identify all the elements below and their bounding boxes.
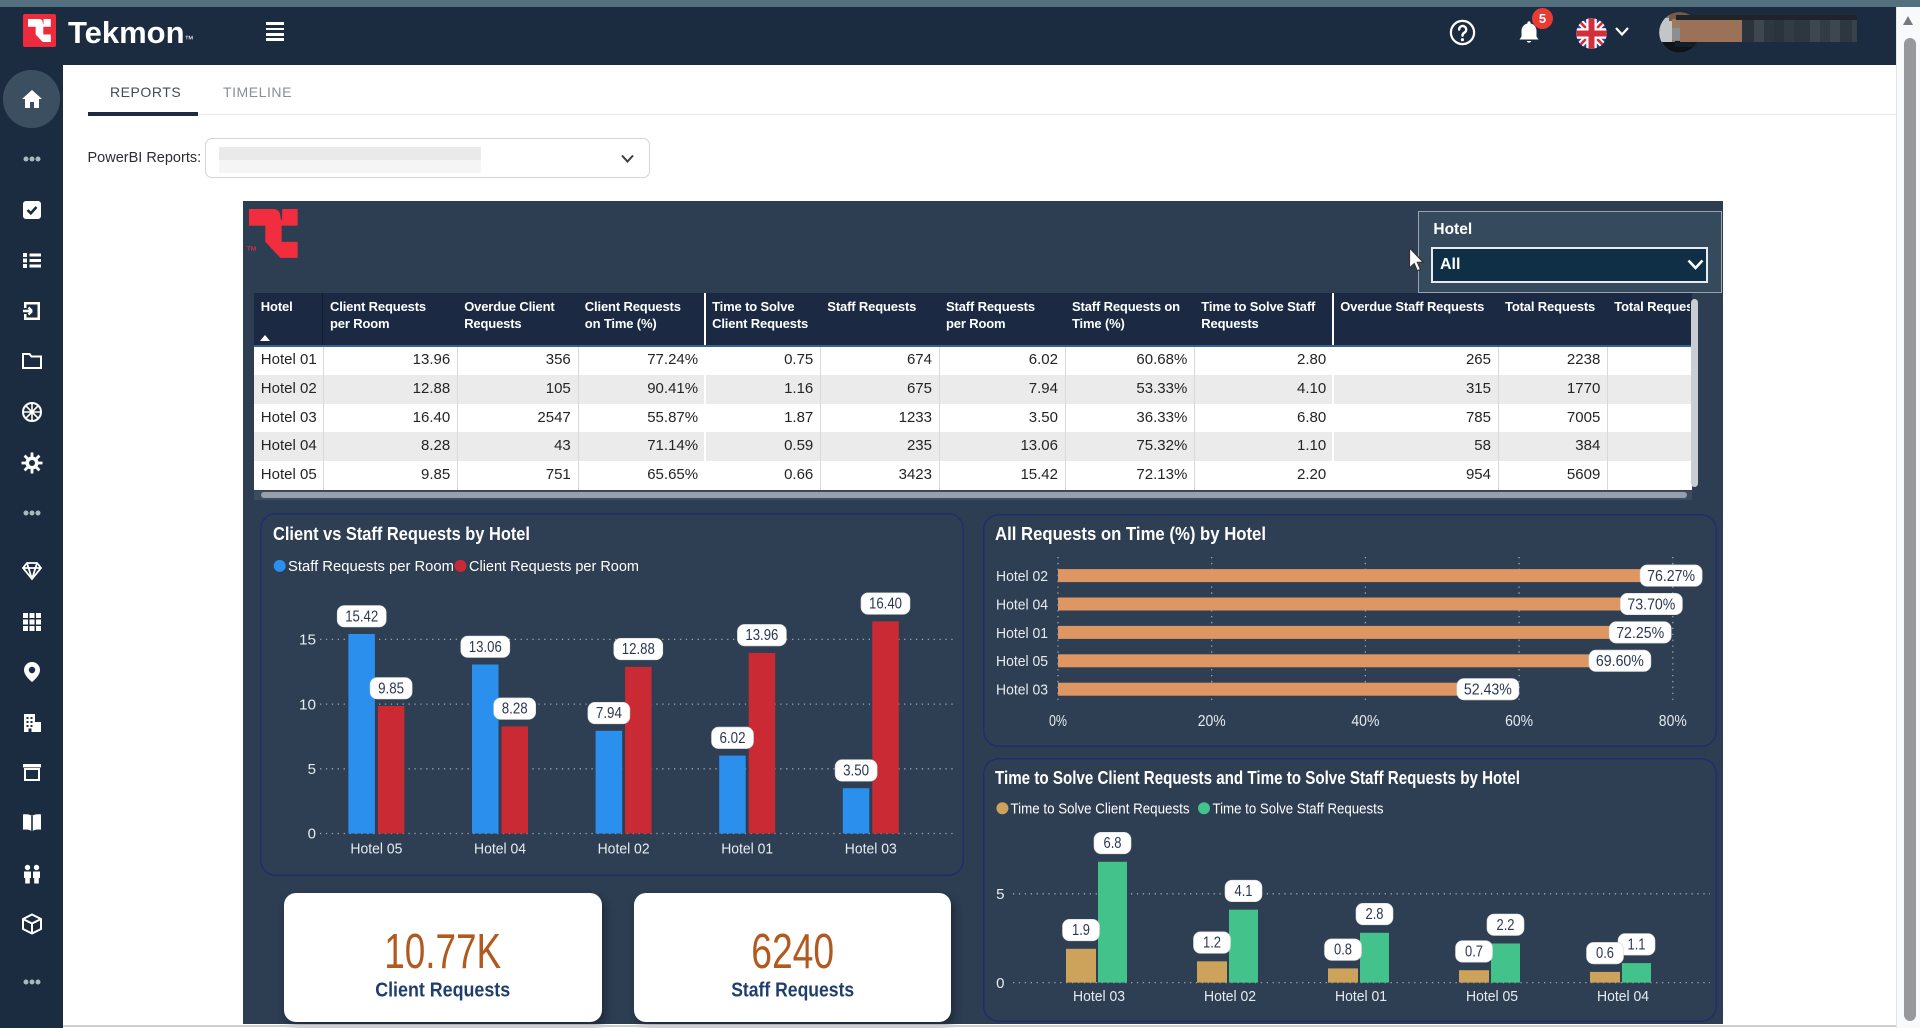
svg-text:13.06: 13.06	[469, 639, 502, 656]
svg-text:Staff Requests per Room: Staff Requests per Room	[288, 558, 454, 575]
svg-text:All Requests on Time (%) by Ho: All Requests on Time (%) by Hotel	[995, 523, 1266, 544]
svg-text:1.9: 1.9	[1072, 922, 1090, 939]
svg-text:Time to Solve Client Requests: Time to Solve Client Requests and Time t…	[995, 767, 1520, 788]
svg-text:3.50: 3.50	[843, 763, 869, 780]
svg-text:6240: 6240	[751, 925, 834, 979]
svg-text:Hotel 03: Hotel 03	[996, 682, 1048, 699]
svg-text:5: 5	[308, 761, 316, 778]
svg-text:73.70%: 73.70%	[1627, 596, 1675, 613]
svg-text:0.6: 0.6	[1596, 945, 1614, 962]
svg-text:Hotel 01: Hotel 01	[996, 625, 1048, 642]
svg-text:6.8: 6.8	[1104, 835, 1122, 852]
svg-text:40%: 40%	[1351, 713, 1379, 730]
svg-text:10.77K: 10.77K	[384, 925, 501, 979]
svg-text:Hotel 02: Hotel 02	[996, 568, 1048, 585]
svg-text:Hotel 05: Hotel 05	[1466, 988, 1518, 1005]
svg-text:Staff Requests: Staff Requests	[731, 979, 854, 1002]
svg-text:80%: 80%	[1659, 713, 1687, 730]
svg-text:0.8: 0.8	[1334, 942, 1352, 959]
svg-text:69.60%: 69.60%	[1596, 653, 1644, 670]
svg-text:1.1: 1.1	[1628, 936, 1646, 953]
svg-text:Time to Solve Client Requests: Time to Solve Client Requests	[1011, 801, 1190, 818]
svg-text:5: 5	[996, 886, 1004, 903]
svg-text:Hotel 02: Hotel 02	[598, 840, 650, 857]
svg-text:Hotel 03: Hotel 03	[845, 840, 897, 857]
svg-text:7.94: 7.94	[596, 705, 622, 722]
svg-text:Client Requests: Client Requests	[375, 979, 510, 1002]
svg-text:Hotel 02: Hotel 02	[1204, 988, 1256, 1005]
svg-text:4.1: 4.1	[1235, 883, 1253, 900]
svg-text:16.40: 16.40	[869, 596, 902, 613]
svg-text:Hotel 03: Hotel 03	[1073, 988, 1125, 1005]
svg-text:Hotel 01: Hotel 01	[721, 840, 773, 857]
svg-text:72.25%: 72.25%	[1616, 625, 1664, 642]
svg-text:12.88: 12.88	[622, 641, 655, 658]
svg-text:Hotel 04: Hotel 04	[474, 840, 526, 857]
svg-text:Hotel 05: Hotel 05	[350, 840, 402, 857]
svg-text:0: 0	[308, 826, 316, 843]
svg-text:76.27%: 76.27%	[1647, 568, 1695, 585]
svg-text:Hotel 05: Hotel 05	[996, 653, 1048, 670]
svg-text:52.43%: 52.43%	[1464, 682, 1512, 699]
svg-text:Hotel 01: Hotel 01	[1335, 988, 1387, 1005]
svg-text:13.96: 13.96	[745, 627, 778, 644]
svg-text:8.28: 8.28	[502, 701, 528, 718]
svg-text:2.2: 2.2	[1497, 917, 1515, 934]
svg-text:60%: 60%	[1505, 713, 1533, 730]
svg-text:Hotel 04: Hotel 04	[996, 596, 1048, 613]
svg-text:1.2: 1.2	[1203, 935, 1221, 952]
svg-text:Client vs Staff Requests by Ho: Client vs Staff Requests by Hotel	[273, 523, 530, 544]
svg-text:20%: 20%	[1198, 713, 1226, 730]
svg-text:6.02: 6.02	[720, 730, 746, 747]
svg-text:0%: 0%	[1049, 713, 1067, 730]
svg-text:Hotel 04: Hotel 04	[1597, 988, 1649, 1005]
svg-text:15: 15	[299, 632, 316, 649]
svg-text:15.42: 15.42	[345, 608, 378, 625]
svg-text:0: 0	[996, 975, 1004, 992]
svg-text:10: 10	[299, 696, 316, 713]
svg-text:0.7: 0.7	[1465, 944, 1483, 961]
svg-text:2.8: 2.8	[1366, 906, 1384, 923]
svg-text:Time to Solve Staff Requests: Time to Solve Staff Requests	[1213, 801, 1384, 818]
svg-text:Client Requests per Room: Client Requests per Room	[469, 558, 639, 575]
svg-text:9.85: 9.85	[378, 680, 404, 697]
